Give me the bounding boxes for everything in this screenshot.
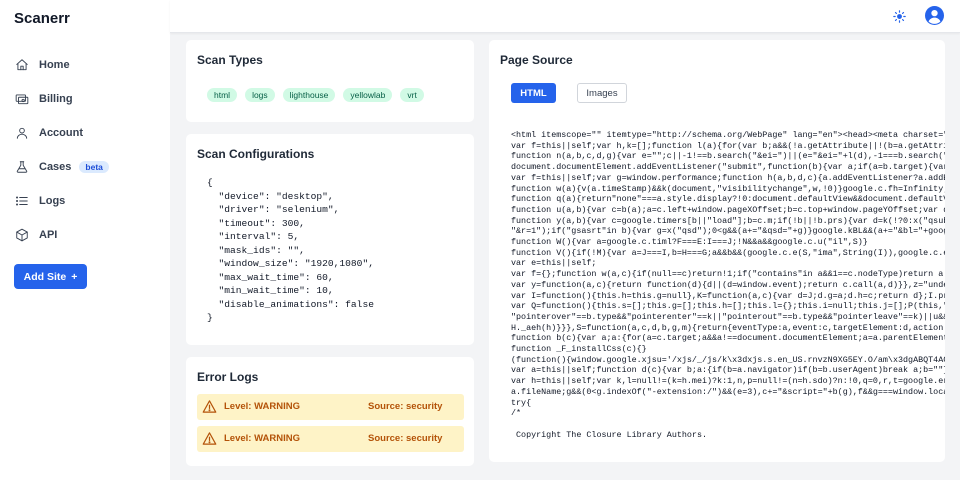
config-line: "mask_ids": "", (207, 244, 305, 256)
code-line: var f=this||self;var g=window.performanc… (511, 172, 945, 183)
account-icon (15, 126, 29, 140)
config-line: "min_wait_time": 10, (207, 285, 334, 296)
scan-types-card: Scan Types html logs lighthouse yellowla… (186, 40, 474, 122)
sun-icon[interactable] (893, 10, 906, 23)
log-source: Source: security (368, 401, 443, 412)
config-line: "timeout": 300, (207, 217, 305, 229)
sidebar-item-label: API (39, 229, 58, 241)
sidebar-item-label: Logs (39, 195, 66, 207)
code-line: function b(c){var a;a:{for(a=c.target;a&… (511, 333, 945, 344)
config-line: "interval": 5, (207, 231, 300, 242)
sidebar-item-home[interactable]: Home (0, 48, 170, 82)
code-line: "&r=1");if("gsasrt"in b){var g=x("qsd");… (511, 226, 945, 237)
sidebar-item-label: Account (39, 127, 83, 139)
beta-badge: beta (79, 161, 109, 173)
code-line: (function(){window.google.xjsu='/xjs/_/j… (511, 354, 945, 365)
error-logs-title: Error Logs (197, 370, 259, 384)
cube-icon (15, 228, 29, 242)
log-level: Level: WARNING (224, 433, 301, 444)
code-line: try{ (511, 397, 532, 408)
sidebar-item-api[interactable]: API (0, 218, 170, 252)
code-line: var f={};function w(a,c){if(null==c)retu… (511, 269, 945, 280)
code-line: document.documentElement.addEventListene… (511, 162, 945, 173)
tab-images[interactable]: Images (577, 83, 627, 103)
add-site-label: Add Site (23, 270, 67, 283)
warning-icon (202, 432, 217, 445)
code-line: "pointerover"==b.type&&"pointerenter"==k… (511, 311, 945, 322)
scan-config-card: Scan Configurations { "device": "desktop… (186, 134, 474, 345)
error-logs-card: Error Logs Level: WARNING Source: securi… (186, 357, 474, 466)
plus-icon: + (71, 270, 78, 283)
code-line: function n(a,b,c,d,g){var e="";c||-1!==b… (511, 151, 945, 162)
sidebar-nav: Home Billing Account Cases beta Logs API (0, 48, 170, 252)
user-circle-icon[interactable] (925, 6, 944, 25)
scan-type-tag: lighthouse (282, 88, 336, 102)
warning-icon (202, 400, 217, 413)
billing-icon (15, 92, 29, 106)
add-site-button[interactable]: Add Site + (14, 264, 87, 289)
scan-type-tags: html logs lighthouse yellowlab vrt (207, 88, 424, 102)
error-log-row[interactable]: Level: WARNING Source: security (197, 394, 464, 420)
code-line: function y(a,b){var c=google.timers[b||"… (511, 215, 945, 226)
sidebar-item-billing[interactable]: Billing (0, 82, 170, 116)
code-line: function W(){var a=google.c.timl?F===E:I… (511, 237, 868, 248)
error-log-row[interactable]: Level: WARNING Source: security (197, 426, 464, 452)
page-source-title: Page Source (500, 53, 573, 67)
config-line: "driver": "selenium", (207, 204, 340, 215)
sidebar-item-account[interactable]: Account (0, 116, 170, 150)
code-line: var I=function(){this.h=this.g=null},K=f… (511, 290, 945, 301)
code-line: function w(a){v(a.timeStamp)&&k(document… (511, 183, 945, 194)
code-line: function u(a,b){var c=b(a);a=c.left+wind… (511, 204, 945, 215)
code-line: var e=this||self; (511, 258, 597, 269)
config-line: "max_wait_time": 60, (207, 271, 334, 283)
code-line: Copyright The Closure Library Authors. (511, 429, 708, 440)
code-line: a.fileName;g&&(0<g.indexOf("-extension:/… (511, 386, 945, 397)
config-json: { "device": "desktop", "driver": "seleni… (207, 176, 374, 325)
scan-types-title: Scan Types (197, 53, 263, 67)
code-line: <html itemscope="" itemtype="http://sche… (511, 130, 945, 140)
code-line: var f=this||self;var h,k=[];function l(a… (511, 140, 945, 151)
config-line: "device": "desktop", (207, 190, 334, 202)
tab-html[interactable]: HTML (511, 83, 556, 103)
scan-type-tag: html (207, 88, 238, 102)
topbar (170, 0, 960, 33)
scan-type-tag: yellowlab (343, 88, 393, 102)
sidebar: Scanerr Home Billing Account Cases beta (0, 0, 170, 480)
code-line: function V(){if(!M){var a=J===I,b=H===G;… (511, 247, 945, 258)
app-title: Scanerr (14, 10, 70, 27)
code-line: function _F_installCss(c){} (511, 344, 647, 355)
config-line: { (207, 177, 213, 188)
code-line: H._aeh(h)}}},S=function(a,c,d,b,g,m){ret… (511, 322, 945, 333)
code-line: var y=function(a,c){return function(d){d… (511, 279, 945, 290)
list-icon (15, 194, 29, 208)
sidebar-item-logs[interactable]: Logs (0, 184, 170, 218)
config-line: } (207, 312, 213, 323)
home-icon (15, 58, 29, 72)
sidebar-item-label: Home (39, 59, 70, 71)
code-line: /* (511, 408, 522, 419)
log-level: Level: WARNING (224, 401, 301, 412)
page-source-card: Page Source HTML Images <html itemscope=… (489, 40, 945, 462)
config-line: "window_size": "1920,1080", (207, 258, 374, 269)
scan-config-title: Scan Configurations (197, 147, 315, 161)
scan-type-tag: vrt (400, 88, 424, 102)
code-line: function q(a){return"none"===a.style.dis… (511, 194, 945, 205)
sidebar-item-label: Billing (39, 93, 73, 105)
source-code[interactable]: <html itemscope="" itemtype="http://sche… (511, 130, 945, 440)
log-source: Source: security (368, 433, 443, 444)
code-line: var a=this||self;function d(c){var b;a:{… (511, 365, 945, 376)
cases-icon (15, 160, 29, 174)
code-line: var Q=function(){this.s=[];this.g=[];thi… (511, 301, 945, 312)
code-line: var h=this||self;var k,l=null!=(k=h.mei)… (511, 376, 945, 387)
scan-type-tag: logs (245, 88, 275, 102)
sidebar-item-label: Cases (39, 161, 72, 173)
sidebar-item-cases[interactable]: Cases beta (0, 150, 170, 184)
config-line: "disable_animations": false (207, 298, 374, 310)
